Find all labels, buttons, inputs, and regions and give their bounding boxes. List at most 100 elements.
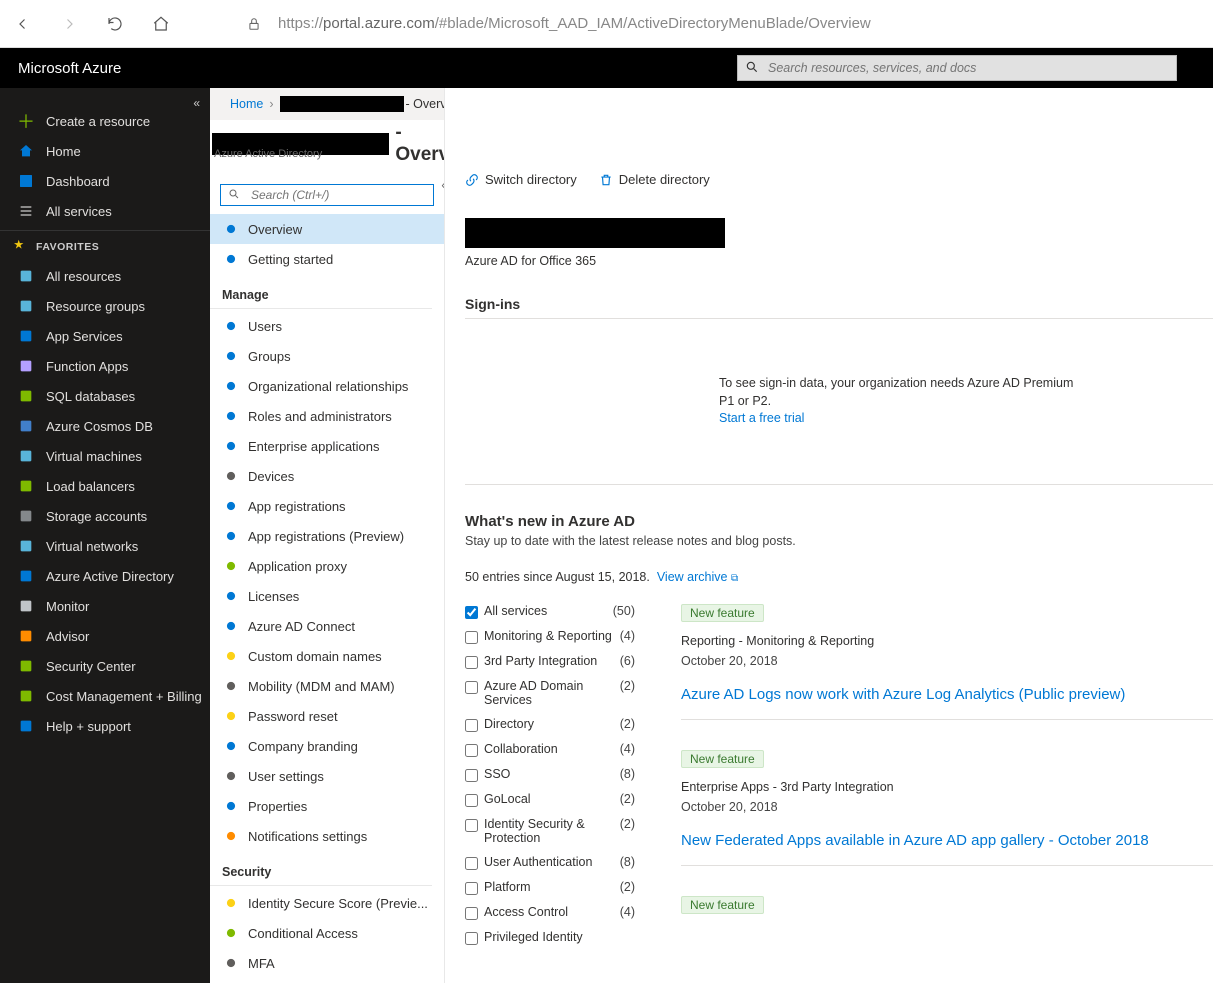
nav-item-azure-active-directory[interactable]: Azure Active Directory [0, 561, 210, 591]
admenu-user-settings[interactable]: User settings [210, 761, 444, 791]
nav-item-all-resources[interactable]: All resources [0, 261, 210, 291]
nav-create-resource[interactable]: ＋ Create a resource [0, 106, 210, 136]
filter-checkbox[interactable] [465, 857, 478, 870]
filter-access-control[interactable]: Access Control(4) [465, 905, 635, 920]
filter-3rd-party-integration[interactable]: 3rd Party Integration(6) [465, 654, 635, 669]
whatsnew-filters: All services(50) Monitoring & Reporting(4… [465, 604, 635, 955]
admenu-enterprise-applications[interactable]: Enterprise applications [210, 431, 444, 461]
filter-checkbox[interactable] [465, 606, 478, 619]
nav-item-resource-groups[interactable]: Resource groups [0, 291, 210, 321]
nav-item-cost-management-billing[interactable]: Cost Management + Billing [0, 681, 210, 711]
nav-item-function-apps[interactable]: Function Apps [0, 351, 210, 381]
service-icon [16, 356, 36, 376]
blade-search-input[interactable] [220, 184, 434, 206]
menu-item-icon [222, 954, 240, 972]
nav-item-app-services[interactable]: App Services [0, 321, 210, 351]
admenu-company-branding[interactable]: Company branding [210, 731, 444, 761]
signins-header: Sign-ins [465, 296, 1213, 319]
view-archive-link[interactable]: View archive ⧉ [657, 570, 738, 584]
filter-checkbox[interactable] [465, 656, 478, 669]
switch-directory-button[interactable]: Switch directory [465, 172, 577, 187]
start-free-trial-link[interactable]: Start a free trial [719, 411, 804, 425]
breadcrumb-home[interactable]: Home [230, 97, 263, 111]
filter-checkbox[interactable] [465, 794, 478, 807]
admenu-application-proxy[interactable]: Application proxy [210, 551, 444, 581]
admenu-conditional-access[interactable]: Conditional Access [210, 918, 444, 948]
filter-count: (2) [620, 717, 635, 731]
whatsnew-subtitle: Stay up to date with the latest release … [465, 534, 1213, 548]
filter-monitoring-reporting[interactable]: Monitoring & Reporting(4) [465, 629, 635, 644]
menu-item-icon [222, 377, 240, 395]
nav-item-advisor[interactable]: Advisor [0, 621, 210, 651]
admenu-app-registrations[interactable]: App registrations [210, 491, 444, 521]
refresh-button[interactable] [92, 0, 138, 48]
filter-golocal[interactable]: GoLocal(2) [465, 792, 635, 807]
news-date: October 20, 2018 [681, 800, 1213, 814]
nav-item-azure-cosmos-db[interactable]: Azure Cosmos DB [0, 411, 210, 441]
filter-all-services[interactable]: All services(50) [465, 604, 635, 619]
nav-home[interactable]: Home [0, 136, 210, 166]
filter-checkbox[interactable] [465, 681, 478, 694]
admenu-mfa[interactable]: MFA [210, 948, 444, 978]
filter-count: (50) [613, 604, 635, 618]
admenu-devices[interactable]: Devices [210, 461, 444, 491]
nav-dashboard[interactable]: Dashboard [0, 166, 210, 196]
nav-item-virtual-machines[interactable]: Virtual machines [0, 441, 210, 471]
news-badge: New feature [681, 896, 764, 914]
filter-platform[interactable]: Platform(2) [465, 880, 635, 895]
admenu-overview[interactable]: Overview [210, 214, 444, 244]
admenu-app-registrations-preview-[interactable]: App registrations (Preview) [210, 521, 444, 551]
menu-item-icon [222, 767, 240, 785]
filter-privileged-identity[interactable]: Privileged Identity [465, 930, 635, 945]
forward-button[interactable] [46, 0, 92, 48]
admenu-mobility-mdm-and-mam-[interactable]: Mobility (MDM and MAM) [210, 671, 444, 701]
admenu-roles-and-administrators[interactable]: Roles and administrators [210, 401, 444, 431]
global-search-input[interactable] [737, 55, 1177, 81]
admenu-custom-domain-names[interactable]: Custom domain names [210, 641, 444, 671]
admenu-groups[interactable]: Groups [210, 341, 444, 371]
filter-user-authentication[interactable]: User Authentication(8) [465, 855, 635, 870]
back-button[interactable] [0, 0, 46, 48]
nav-item-security-center[interactable]: Security Center [0, 651, 210, 681]
admenu-users[interactable]: Users [210, 311, 444, 341]
filter-checkbox[interactable] [465, 882, 478, 895]
admenu-organizational-relationships[interactable]: Organizational relationships [210, 371, 444, 401]
admenu-licenses[interactable]: Licenses [210, 581, 444, 611]
nav-item-help-support[interactable]: Help + support [0, 711, 210, 741]
filter-checkbox[interactable] [465, 769, 478, 782]
filter-checkbox[interactable] [465, 631, 478, 644]
filter-collaboration[interactable]: Collaboration(4) [465, 742, 635, 757]
service-icon [16, 326, 36, 346]
filter-label: GoLocal [484, 792, 620, 806]
delete-directory-button[interactable]: Delete directory [599, 172, 710, 187]
news-item: New feature [681, 896, 1213, 914]
filter-checkbox[interactable] [465, 744, 478, 757]
admenu-properties[interactable]: Properties [210, 791, 444, 821]
admenu-getting-started[interactable]: Getting started [210, 244, 444, 274]
nav-item-sql-databases[interactable]: SQL databases [0, 381, 210, 411]
filter-identity-security-protection[interactable]: Identity Security & Protection(2) [465, 817, 635, 845]
news-link[interactable]: New Federated Apps available in Azure AD… [681, 832, 1213, 849]
filter-checkbox[interactable] [465, 819, 478, 832]
filter-directory[interactable]: Directory(2) [465, 717, 635, 732]
filter-checkbox[interactable] [465, 907, 478, 920]
filter-label: Collaboration [484, 742, 620, 756]
nav-item-virtual-networks[interactable]: Virtual networks [0, 531, 210, 561]
address-bar[interactable]: https://portal.azure.com/#blade/Microsof… [274, 15, 1213, 32]
menu-item-icon [222, 437, 240, 455]
nav-item-load-balancers[interactable]: Load balancers [0, 471, 210, 501]
admenu-identity-secure-score-previe-[interactable]: Identity Secure Score (Previe... [210, 888, 444, 918]
home-button[interactable] [138, 0, 184, 48]
news-link[interactable]: Azure AD Logs now work with Azure Log An… [681, 686, 1213, 703]
filter-azure-ad-domain-services[interactable]: Azure AD Domain Services(2) [465, 679, 635, 707]
admenu-notifications-settings[interactable]: Notifications settings [210, 821, 444, 851]
admenu-azure-ad-connect[interactable]: Azure AD Connect [210, 611, 444, 641]
nav-all-services[interactable]: All services [0, 196, 210, 226]
filter-sso[interactable]: SSO(8) [465, 767, 635, 782]
admenu-password-reset[interactable]: Password reset [210, 701, 444, 731]
nav-collapse-button[interactable]: « [193, 96, 200, 110]
filter-checkbox[interactable] [465, 932, 478, 945]
nav-item-monitor[interactable]: Monitor [0, 591, 210, 621]
filter-checkbox[interactable] [465, 719, 478, 732]
nav-item-storage-accounts[interactable]: Storage accounts [0, 501, 210, 531]
